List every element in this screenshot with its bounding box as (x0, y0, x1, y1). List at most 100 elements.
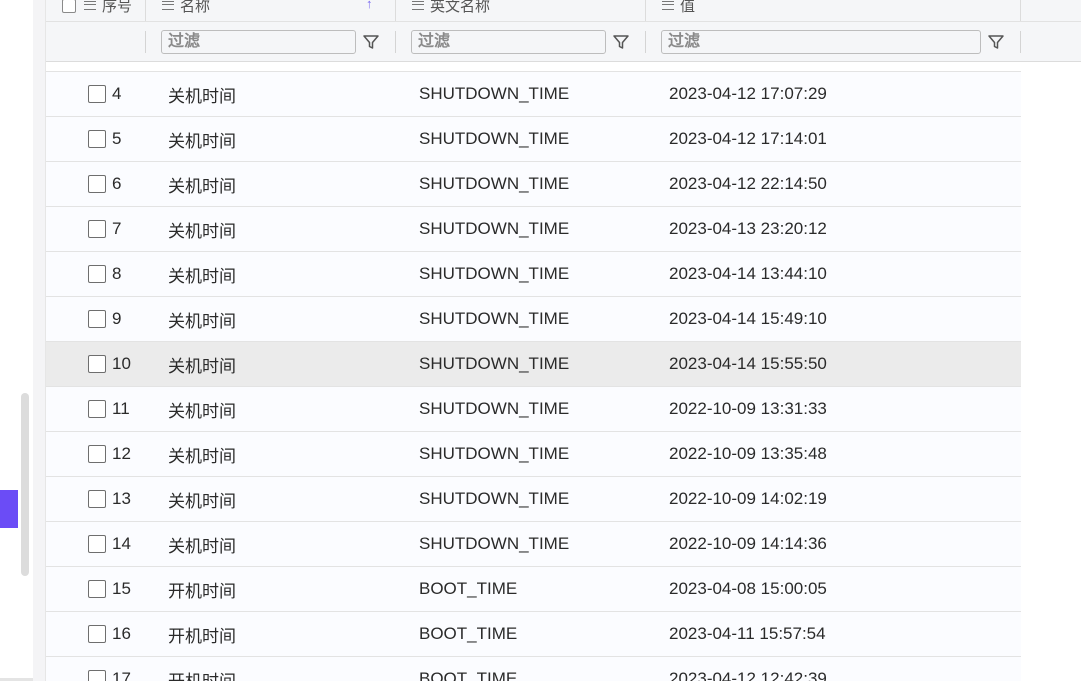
name-cell: 关机时间 (168, 266, 236, 286)
table-row[interactable]: 10 关机时间 SHUTDOWN_TIME 2023-04-14 15:55:50 (46, 342, 1021, 387)
column-menu-icon[interactable] (84, 1, 96, 10)
english-name-cell: SHUTDOWN_TIME (419, 489, 570, 508)
row-checkbox[interactable] (88, 580, 106, 598)
name-filter-input[interactable] (161, 30, 356, 54)
row-checkbox[interactable] (88, 220, 106, 238)
data-grid: 序号 名称 ↑ 英文名称 值 过滤 过滤 过滤 4 关机时间 SHUTDOWN_… (46, 0, 1081, 681)
index-cell: 12 (88, 432, 131, 476)
filter-icon[interactable] (985, 31, 1007, 53)
english-name-cell: SHUTDOWN_TIME (419, 309, 570, 328)
select-all-checkbox[interactable] (62, 0, 76, 13)
table-row[interactable]: 6 关机时间 SHUTDOWN_TIME 2023-04-12 22:14:50 (46, 162, 1021, 207)
grid-body: 4 关机时间 SHUTDOWN_TIME 2023-04-12 17:07:29 5 关机… (46, 72, 1021, 681)
row-checkbox[interactable] (88, 355, 106, 373)
row-checkbox[interactable] (88, 670, 106, 681)
index-cell: 14 (88, 522, 131, 566)
table-row[interactable]: 8 关机时间 SHUTDOWN_TIME 2023-04-14 13:44:10 (46, 252, 1021, 297)
left-scrollbar-thumb[interactable] (21, 393, 29, 576)
filter-row (46, 22, 1081, 62)
filter-divider (145, 31, 146, 53)
header-divider[interactable] (395, 0, 396, 21)
header-name[interactable]: 名称 (162, 0, 210, 21)
filter-divider (1020, 31, 1021, 53)
row-checkbox[interactable] (88, 625, 106, 643)
index-cell: 7 (88, 207, 121, 251)
column-menu-icon[interactable] (412, 1, 424, 10)
row-checkbox[interactable] (88, 445, 106, 463)
header-english-name-label: 英文名称 (430, 0, 491, 15)
table-row[interactable]: 17 开机时间 BOOT_TIME 2023-04-12 12:42:39 (46, 657, 1021, 681)
index-cell: 9 (88, 297, 121, 341)
row-index: 9 (112, 309, 122, 328)
name-cell: 关机时间 (168, 446, 236, 466)
english-name-cell: SHUTDOWN_TIME (419, 174, 570, 193)
index-cell: 5 (88, 117, 121, 161)
active-nav-indicator[interactable] (0, 490, 18, 528)
table-row[interactable]: 16 开机时间 BOOT_TIME 2023-04-11 15:57:54 (46, 612, 1021, 657)
header-index-label: 序号 (102, 0, 133, 15)
english-name-cell: SHUTDOWN_TIME (419, 444, 570, 463)
english-name-cell: SHUTDOWN_TIME (419, 219, 570, 238)
value-cell: 2023-04-12 17:14:01 (669, 129, 827, 148)
sort-ascending-icon[interactable]: ↑ (366, 0, 373, 11)
english-name-cell: SHUTDOWN_TIME (419, 399, 570, 418)
name-cell: 关机时间 (168, 311, 236, 331)
english-name-cell: SHUTDOWN_TIME (419, 129, 570, 148)
row-checkbox[interactable] (88, 175, 106, 193)
row-index: 14 (112, 534, 131, 553)
name-cell: 开机时间 (168, 626, 236, 646)
row-index: 10 (112, 354, 131, 373)
row-index: 16 (112, 624, 131, 643)
filter-icon[interactable] (360, 31, 382, 53)
row-index: 12 (112, 444, 131, 463)
table-row[interactable]: 4 关机时间 SHUTDOWN_TIME 2023-04-12 17:07:29 (46, 72, 1021, 117)
table-row[interactable]: 12 关机时间 SHUTDOWN_TIME 2022-10-09 13:35:48 (46, 432, 1021, 477)
row-checkbox[interactable] (88, 265, 106, 283)
english-name-cell: SHUTDOWN_TIME (419, 354, 570, 373)
english-name-cell: SHUTDOWN_TIME (419, 534, 570, 553)
index-cell: 10 (88, 342, 131, 386)
table-row[interactable]: 15 开机时间 BOOT_TIME 2023-04-08 15:00:05 (46, 567, 1021, 612)
table-row[interactable]: 11 关机时间 SHUTDOWN_TIME 2022-10-09 13:31:33 (46, 387, 1021, 432)
filter-divider (395, 31, 396, 53)
index-cell: 11 (88, 387, 130, 431)
index-cell: 15 (88, 567, 131, 611)
value-cell: 2022-10-09 13:35:48 (669, 444, 827, 463)
row-checkbox[interactable] (88, 400, 106, 418)
table-row[interactable]: 7 关机时间 SHUTDOWN_TIME 2023-04-13 23:20:12 (46, 207, 1021, 252)
index-cell: 4 (88, 72, 121, 116)
header-divider[interactable] (145, 0, 146, 21)
row-index: 17 (112, 669, 131, 681)
row-checkbox[interactable] (88, 130, 106, 148)
english-name-filter-input[interactable] (411, 30, 606, 54)
header-divider[interactable] (1020, 0, 1021, 21)
value-cell: 2023-04-13 23:20:12 (669, 219, 827, 238)
index-cell: 6 (88, 162, 121, 206)
value-filter-input[interactable] (661, 30, 981, 54)
table-row[interactable]: 5 关机时间 SHUTDOWN_TIME 2023-04-12 17:14:01 (46, 117, 1021, 162)
row-index: 15 (112, 579, 131, 598)
name-cell: 关机时间 (168, 401, 236, 421)
table-row[interactable]: 9 关机时间 SHUTDOWN_TIME 2023-04-14 15:49:10 (46, 297, 1021, 342)
filter-icon[interactable] (610, 31, 632, 53)
header-value[interactable]: 值 (662, 0, 695, 21)
value-cell: 2023-04-12 22:14:50 (669, 174, 827, 193)
name-cell: 关机时间 (168, 536, 236, 556)
name-cell: 关机时间 (168, 491, 236, 511)
header-index[interactable]: 序号 (62, 0, 132, 21)
name-cell: 关机时间 (168, 86, 236, 106)
table-row[interactable]: 13 关机时间 SHUTDOWN_TIME 2022-10-09 14:02:19 (46, 477, 1021, 522)
row-checkbox[interactable] (88, 490, 106, 508)
index-cell: 16 (88, 612, 131, 656)
row-checkbox[interactable] (88, 85, 106, 103)
row-checkbox[interactable] (88, 310, 106, 328)
column-menu-icon[interactable] (162, 1, 174, 10)
column-menu-icon[interactable] (662, 1, 674, 10)
header-divider[interactable] (645, 0, 646, 21)
row-checkbox[interactable] (88, 535, 106, 553)
table-row[interactable]: 14 关机时间 SHUTDOWN_TIME 2022-10-09 14:14:36 (46, 522, 1021, 567)
left-pane (0, 0, 33, 681)
index-cell: 13 (88, 477, 131, 521)
pane-splitter[interactable] (33, 0, 46, 681)
header-english-name[interactable]: 英文名称 (412, 0, 490, 21)
